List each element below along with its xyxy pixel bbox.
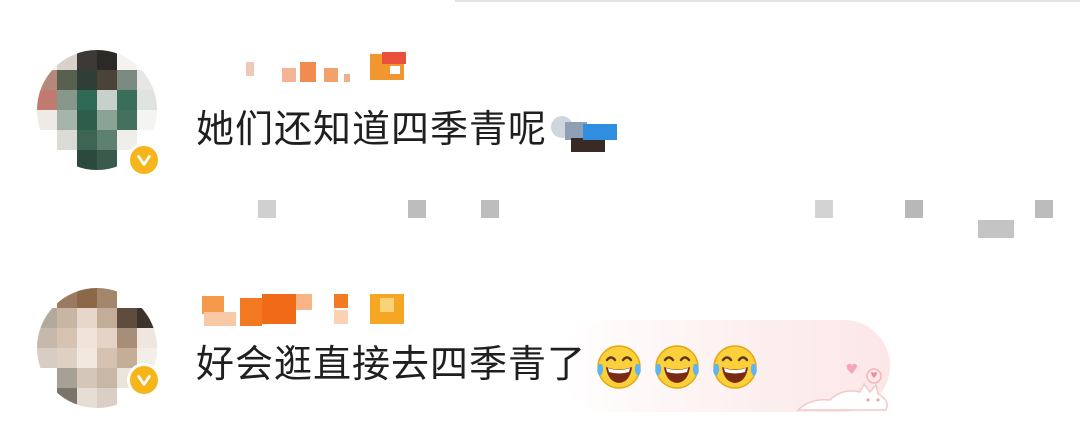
sticker-icon <box>551 112 618 152</box>
username-redacted[interactable] <box>200 288 410 326</box>
comment-text: 好会逛直接去四季青了 <box>196 333 760 392</box>
verified-badge-icon <box>127 143 161 177</box>
comment-item: 好会逛直接去四季青了 <box>0 288 1080 418</box>
laughing-with-tears-icon <box>597 344 641 389</box>
cat-decoration-icon <box>796 363 888 411</box>
comment-meta-row <box>0 200 1080 240</box>
top-divider <box>455 0 1080 2</box>
comment-item: 她们还知道四季青呢 <box>0 30 1080 190</box>
laughing-with-tears-icon <box>713 344 757 389</box>
username-redacted[interactable] <box>230 48 420 84</box>
verified-badge-icon <box>127 363 161 397</box>
comment-text: 她们还知道四季青呢 <box>196 98 618 153</box>
laughing-with-tears-icon <box>655 344 699 389</box>
